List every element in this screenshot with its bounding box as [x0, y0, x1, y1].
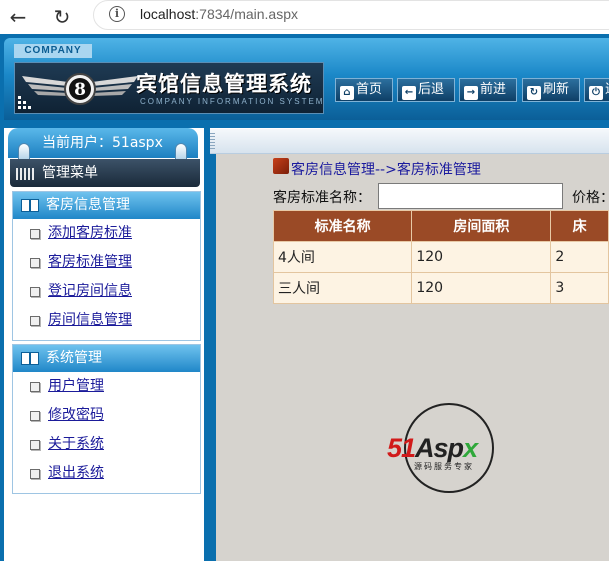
nav-exit-button[interactable]: ⏻退 [584, 78, 609, 102]
table-cell: 3 [550, 272, 609, 304]
back-arrow-icon: ← [402, 86, 416, 100]
panel-icon [21, 352, 39, 365]
nav-refresh-button[interactable]: ↻ 刷新 [522, 78, 580, 102]
room-standard-name-input[interactable] [378, 183, 563, 209]
sidebar-item-label[interactable]: 关于系统 [48, 436, 104, 452]
url-host: localhost [140, 6, 196, 22]
bullet-square-icon [30, 382, 40, 392]
decor-dots-icon [18, 96, 31, 109]
app-subtitle: COMPANY INFORMATION SYSTEM [140, 97, 325, 106]
sidebar-item-label[interactable]: 退出系统 [48, 465, 104, 481]
column-header-standard-name[interactable]: 标准名称 [272, 210, 413, 242]
home-icon: ⌂ [340, 86, 354, 100]
svg-text:8: 8 [74, 80, 86, 100]
watermark-logo: 51Aspx [387, 433, 478, 464]
nav-back-button[interactable]: ← 后退 [397, 78, 455, 102]
url-text[interactable]: localhost:7834/main.aspx [140, 6, 298, 22]
bentley-logo-icon: 8 [22, 73, 138, 105]
nav-refresh-label: 刷新 [543, 82, 570, 97]
sidebar-item-room-info-manage[interactable]: 房间信息管理 [13, 306, 200, 335]
table-row[interactable]: 4人间 120 2 [272, 241, 609, 273]
power-icon: ⏻ [589, 86, 603, 100]
menu-group-title: 系统管理 [46, 350, 102, 366]
sidebar-item-change-password[interactable]: 修改密码 [13, 401, 200, 430]
table-cell: 4人间 [272, 241, 413, 273]
column-header-room-area[interactable]: 房间面积 [411, 210, 552, 242]
sidebar-item-label[interactable]: 登记房间信息 [48, 283, 132, 299]
menu-title: 管理菜单 [10, 159, 200, 187]
current-user-tab: 当前用户：51aspx [8, 128, 198, 158]
room-standard-table: 标准名称 房间面积 床 4人间 120 2 三人间 120 3 [272, 210, 609, 304]
menu-group-system: 系统管理 用户管理 修改密码 关于系统 退出系统 [12, 344, 201, 494]
search-label: 客房标准名称： [273, 190, 371, 206]
menu-grid-icon [16, 168, 34, 180]
table-cell: 120 [411, 241, 552, 273]
price-label: 价格： [572, 190, 609, 206]
sidebar-item-label[interactable]: 用户管理 [48, 378, 104, 394]
app-title: 宾馆信息管理系统 [136, 72, 312, 96]
browser-back-icon[interactable]: ← [6, 5, 30, 29]
sidebar-item-label[interactable]: 修改密码 [48, 407, 104, 423]
bullet-square-icon [30, 287, 40, 297]
sidebar-item-about[interactable]: 关于系统 [13, 430, 200, 459]
sidebar-item-label[interactable]: 房间信息管理 [48, 312, 132, 328]
table-cell: 120 [411, 272, 552, 304]
watermark-brand-number: 51 [387, 433, 416, 463]
content-header-strip [200, 128, 609, 154]
sidebar-item-label[interactable]: 添加客房标准 [48, 225, 132, 241]
sidebar-item-user-manage[interactable]: 用户管理 [13, 372, 200, 401]
bullet-square-icon [30, 411, 40, 421]
browser-toolbar: ← ↻ i localhost:7834/main.aspx [0, 0, 609, 34]
sidebar-item-register-room[interactable]: 登记房间信息 [13, 277, 200, 306]
nav-back-label: 后退 [418, 82, 445, 97]
watermark-brand-x: x [463, 433, 478, 463]
sidebar-item-logout[interactable]: 退出系统 [13, 459, 200, 488]
table-row[interactable]: 三人间 120 3 [272, 272, 609, 304]
column-header-bed[interactable]: 床 [550, 210, 609, 242]
sidebar-item-add-room-standard[interactable]: 添加客房标准 [13, 219, 200, 248]
nav-forward-button[interactable]: → 前进 [459, 78, 517, 102]
menu-group-title: 客房信息管理 [46, 197, 130, 213]
refresh-icon: ↻ [527, 86, 541, 100]
breadcrumb-icon [273, 158, 289, 174]
menu-group-room-info: 客房信息管理 添加客房标准 客房标准管理 登记房间信息 房间信息管理 [12, 191, 201, 341]
nav-forward-label: 前进 [480, 82, 507, 97]
watermark-tagline: 源码服务专家 [414, 462, 474, 471]
bullet-square-icon [30, 440, 40, 450]
bullet-square-icon [30, 258, 40, 268]
url-path: :7834/main.aspx [195, 6, 298, 22]
table-header-row: 标准名称 房间面积 床 [272, 210, 609, 242]
company-tag: COMPANY [14, 44, 92, 58]
nav-exit-label: 退 [605, 82, 609, 97]
bullet-square-icon [30, 469, 40, 479]
menu-group-header[interactable]: 系统管理 [13, 345, 200, 372]
table-cell: 三人间 [272, 272, 413, 304]
forward-arrow-icon: → [464, 86, 478, 100]
panel-icon [21, 199, 39, 212]
sidebar-item-label[interactable]: 客房标准管理 [48, 254, 132, 270]
bullet-square-icon [30, 316, 40, 326]
table-cell: 2 [550, 241, 609, 273]
breadcrumb: 客房信息管理-->客房标准管理 [291, 162, 481, 178]
sidebar-item-room-standard-manage[interactable]: 客房标准管理 [13, 248, 200, 277]
menu-group-header[interactable]: 客房信息管理 [13, 192, 200, 219]
watermark-brand-asp: Asp [415, 433, 464, 463]
nav-home-button[interactable]: ⌂ 首页 [335, 78, 393, 102]
nav-home-label: 首页 [356, 82, 383, 97]
browser-reload-icon[interactable]: ↻ [50, 5, 74, 29]
bullet-square-icon [30, 229, 40, 239]
site-info-icon[interactable]: i [109, 6, 125, 22]
